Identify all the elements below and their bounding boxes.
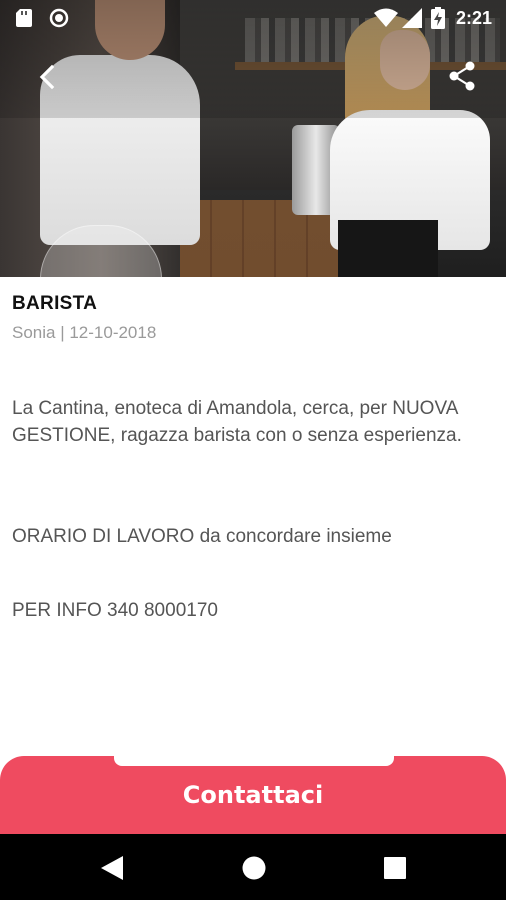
hero-image — [0, 0, 506, 277]
contact-button-label: Contattaci — [182, 781, 324, 809]
contact-button[interactable]: Contattaci — [0, 756, 506, 834]
post-paragraph-hours: ORARIO DI LAVORO da concordare insieme — [12, 526, 392, 547]
nav-recents-icon[interactable] — [384, 857, 406, 879]
post-title: BARISTA — [12, 293, 98, 314]
nav-back-icon[interactable] — [101, 856, 123, 880]
wifi-icon — [374, 8, 398, 27]
status-time: 2:21 — [456, 8, 493, 28]
arrow-back-icon[interactable] — [30, 60, 64, 94]
status-bar: 2:21 — [0, 0, 506, 36]
post-paragraph-contact-info: PER INFO 340 8000170 — [12, 600, 218, 621]
post-paragraph-description: La Cantina, enoteca di Amandola, cerca, … — [12, 398, 462, 446]
nav-home-icon[interactable] — [242, 856, 266, 880]
cta-notch — [114, 756, 394, 766]
record-icon — [49, 8, 69, 28]
signal-icon — [402, 8, 422, 28]
post-meta: Sonia | 12-10-2018 — [12, 323, 157, 342]
battery-charging-icon — [431, 7, 445, 29]
share-icon[interactable] — [446, 60, 478, 92]
hero-person-woman-apron — [338, 220, 438, 277]
sd-card-icon — [16, 9, 32, 27]
